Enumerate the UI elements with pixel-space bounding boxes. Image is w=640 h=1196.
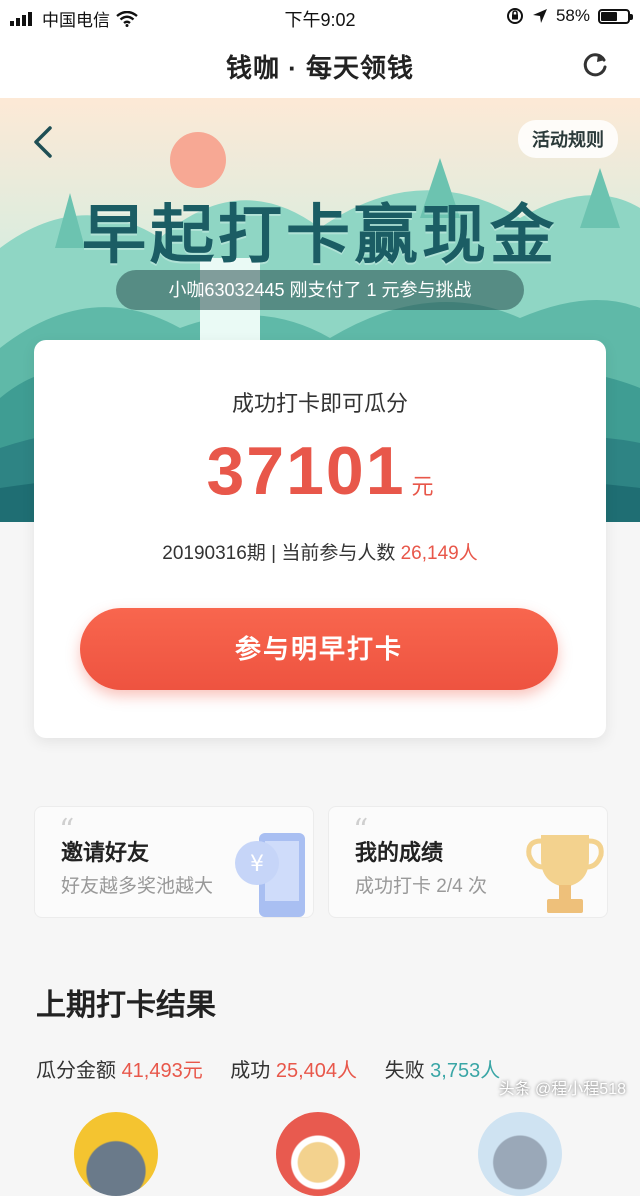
period-separator: | [271,543,277,564]
activity-rules-button[interactable]: 活动规则 [518,120,618,158]
trophy-icon [526,835,604,913]
svg-text:¥: ¥ [250,852,264,877]
participants-count: 26,149人 [400,543,478,564]
prize-label: 成功打卡即可瓜分 [231,391,408,416]
invite-subtitle: 好友越多奖池越大 [61,876,214,897]
battery-percent: 58% [555,6,590,25]
participants-label: 当前参与人数 [281,543,396,564]
success-label: 成功 [230,1060,271,1082]
banner-headline: 早起打卡赢现金 [82,199,558,271]
period-info: 20190316期 | 当前参与人数 26,149人 [34,538,606,565]
last-results-stats: 瓜分金额 41,493元 成功 25,404人 失败 3,753人 [36,1054,522,1083]
payment-ticker: 小咖63032445 刚支付了 1 元参与挑战 [116,270,524,310]
page-title: 钱咖 · 每天领钱 [225,53,415,83]
avatar[interactable] [74,1112,158,1196]
refresh-icon[interactable] [580,50,610,80]
fail-value: 3,753人 [430,1060,501,1082]
fail-label: 失败 [384,1060,425,1082]
success-value: 25,404人 [275,1060,358,1082]
split-amount-stat: 瓜分金额 41,493元 [36,1060,203,1082]
back-icon[interactable] [30,124,56,160]
avatar[interactable] [478,1112,562,1196]
success-stat: 成功 25,404人 [230,1060,357,1082]
nav-bar: 钱咖 · 每天领钱 [0,34,640,98]
join-checkin-button[interactable]: 参与明早打卡 [80,608,558,690]
status-right: 58% [506,6,633,26]
status-bar: 中国电信 下午9:02 58% [0,0,640,34]
prize-amount: 37101 [206,433,406,509]
prize-unit: 元 [411,474,434,499]
rotation-lock-icon [506,8,523,24]
split-amount-label: 瓜分金额 [36,1060,116,1082]
avatar[interactable] [276,1112,360,1196]
watermark: 头条 @程小程518 [498,1081,626,1098]
phone-yuan-icon: ¥ [235,833,305,917]
record-subtitle: 成功打卡 2/4 次 [355,876,487,897]
my-record-tile[interactable]: “ 我的成绩 成功打卡 2/4 次 [328,806,608,918]
split-amount-value: 41,493元 [121,1060,203,1082]
battery-icon [598,8,633,24]
last-results-title: 上期打卡结果 [36,989,216,1022]
fail-stat: 失败 3,753人 [385,1060,501,1082]
prize-amount-row: 37101 元 [34,432,606,510]
location-icon [532,9,547,23]
period-number: 20190316期 [162,543,266,564]
invite-friends-tile[interactable]: “ 邀请好友 好友越多奖池越大 ¥ [34,806,314,918]
prize-pool-card: 成功打卡即可瓜分 37101 元 20190316期 | 当前参与人数 26,14… [34,340,606,738]
record-title: 我的成绩 [355,840,444,865]
invite-title: 邀请好友 [61,840,150,865]
